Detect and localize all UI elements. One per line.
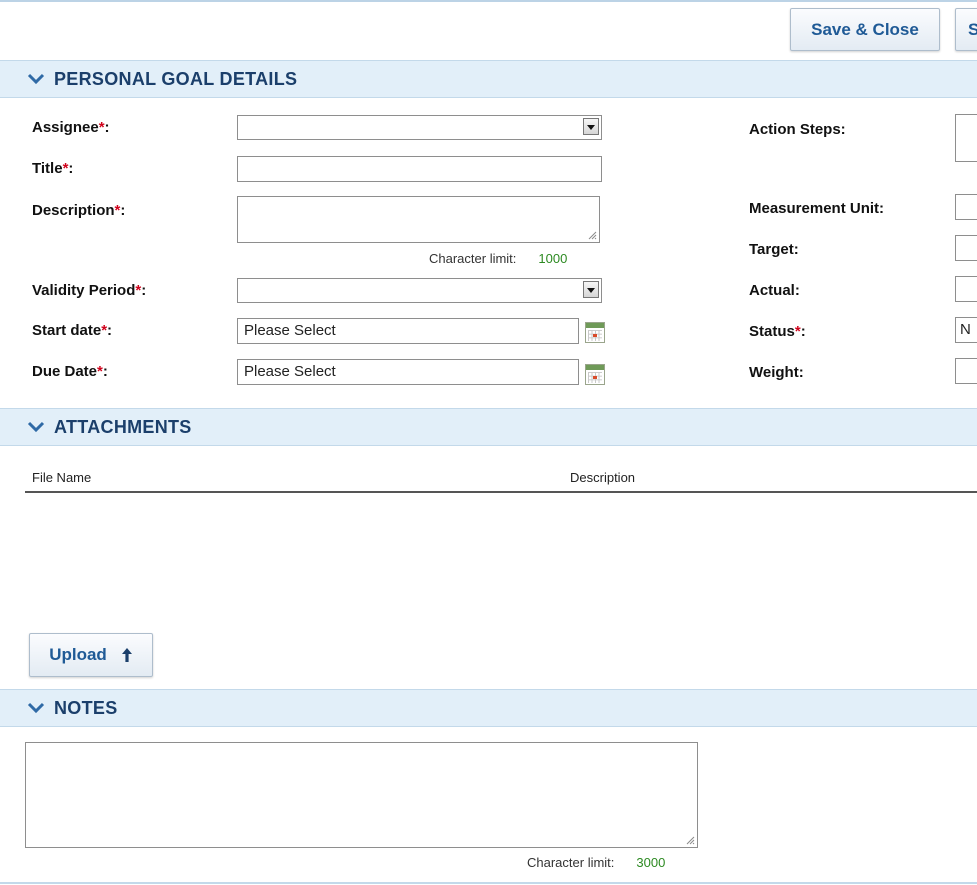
title-input[interactable] xyxy=(237,156,602,182)
weight-input[interactable] xyxy=(955,358,977,384)
dropdown-arrow-icon[interactable] xyxy=(583,118,599,135)
notes-textarea[interactable] xyxy=(25,742,698,848)
save-button[interactable]: S xyxy=(955,8,977,51)
action-steps-label: Action Steps: xyxy=(749,121,846,138)
start-date-input[interactable]: Please Select xyxy=(237,318,579,344)
upload-button[interactable]: Upload xyxy=(29,633,153,677)
target-input[interactable] xyxy=(955,235,977,261)
chevron-down-icon xyxy=(27,702,45,714)
notes-section-header[interactable]: NOTES xyxy=(0,689,977,727)
status-select[interactable]: N xyxy=(955,317,977,343)
weight-label: Weight: xyxy=(749,364,804,381)
calendar-icon[interactable] xyxy=(585,322,605,343)
upload-label: Upload xyxy=(49,645,107,664)
validity-period-select[interactable] xyxy=(237,278,602,303)
section-title: NOTES xyxy=(54,697,118,718)
resize-grip-icon[interactable] xyxy=(685,835,695,845)
actual-label: Actual: xyxy=(749,282,800,299)
title-label: Title*: xyxy=(32,160,74,177)
dropdown-arrow-icon[interactable] xyxy=(583,281,599,298)
actual-input[interactable] xyxy=(955,276,977,302)
description-textarea[interactable] xyxy=(237,196,600,243)
bottom-border xyxy=(0,882,977,884)
action-steps-textarea[interactable] xyxy=(955,114,977,162)
top-border xyxy=(0,0,977,2)
validity-period-label: Validity Period*: xyxy=(32,282,147,299)
calendar-icon[interactable] xyxy=(585,364,605,385)
save-close-button[interactable]: Save & Close xyxy=(790,8,940,51)
save-close-label: Save & Close xyxy=(811,19,919,39)
assignee-label: Assignee*: xyxy=(32,119,110,136)
target-label: Target: xyxy=(749,241,799,258)
resize-grip-icon[interactable] xyxy=(587,230,597,240)
chevron-down-icon xyxy=(27,73,45,85)
table-header-divider xyxy=(25,491,977,493)
measurement-unit-input[interactable] xyxy=(955,194,977,220)
assignee-select[interactable] xyxy=(237,115,602,140)
description-label: Description*: xyxy=(32,202,126,219)
status-label: Status*: xyxy=(749,323,806,340)
column-header-description[interactable]: Description xyxy=(570,470,635,485)
notes-char-limit: Character limit: 3000 xyxy=(527,855,666,870)
save-label: S xyxy=(968,20,977,40)
section-title: PERSONAL GOAL DETAILS xyxy=(54,68,298,89)
measurement-unit-label: Measurement Unit: xyxy=(749,200,885,217)
start-date-label: Start date*: xyxy=(32,322,113,339)
chevron-down-icon xyxy=(27,421,45,433)
arrow-up-icon xyxy=(121,648,132,662)
due-date-label: Due Date*: xyxy=(32,363,108,380)
personal-goal-section-header[interactable]: PERSONAL GOAL DETAILS xyxy=(0,60,977,98)
due-date-input[interactable]: Please Select xyxy=(237,359,579,385)
section-title: ATTACHMENTS xyxy=(54,416,192,437)
description-char-limit: Character limit: 1000 xyxy=(429,251,568,266)
column-header-file-name[interactable]: File Name xyxy=(32,470,91,485)
attachments-section-header[interactable]: ATTACHMENTS xyxy=(0,408,977,446)
